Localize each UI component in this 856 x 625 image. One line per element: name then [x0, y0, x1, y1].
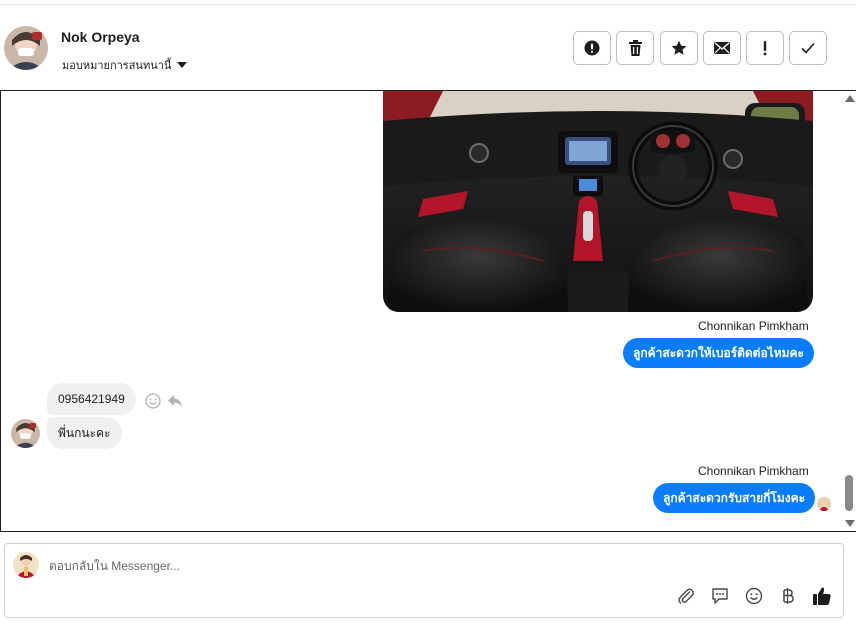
message-actions — [145, 393, 183, 409]
mark-unread-button[interactable] — [703, 31, 741, 65]
attach-button[interactable] — [675, 585, 697, 607]
smiley-icon — [745, 587, 763, 605]
trash-icon — [628, 40, 642, 56]
follow-up-button[interactable] — [746, 31, 784, 65]
contact-name[interactable]: Nok Orpeya — [61, 29, 140, 45]
message-thread[interactable]: Chonnikan Pimkham ลูกค้าสะดวกให้เบอร์ติด… — [0, 90, 856, 532]
spam-button[interactable] — [573, 31, 611, 65]
assign-conversation-dropdown[interactable]: มอบหมายการสนทนานี้ — [62, 56, 188, 74]
payment-button[interactable] — [777, 585, 799, 607]
check-icon — [801, 42, 815, 54]
scroll-thumb[interactable] — [845, 475, 853, 511]
baht-icon — [783, 588, 794, 604]
incoming-message[interactable]: 0956421949 — [47, 383, 136, 415]
composer-toolbar — [675, 585, 833, 607]
star-button[interactable] — [660, 31, 698, 65]
scroll-up-arrow-icon[interactable] — [845, 95, 855, 102]
conversation-header: Nok Orpeya มอบหมายการสนทนานี้ — [0, 5, 856, 91]
done-button[interactable] — [789, 31, 827, 65]
alert-circle-icon — [584, 40, 600, 56]
seen-avatar — [817, 497, 831, 511]
paperclip-icon — [678, 588, 694, 604]
like-button[interactable] — [811, 585, 833, 607]
caret-down-icon — [177, 62, 188, 68]
message-composer — [4, 543, 844, 618]
reply-icon[interactable] — [167, 393, 183, 409]
agent-avatar — [13, 552, 39, 578]
emoji-button[interactable] — [743, 585, 765, 607]
saved-replies-button[interactable] — [709, 585, 731, 607]
delete-button[interactable] — [616, 31, 654, 65]
envelope-icon — [714, 42, 730, 54]
chat-bubble-icon — [712, 588, 728, 604]
sender-name: Chonnikan Pimkham — [698, 319, 809, 333]
outgoing-message[interactable]: ลูกค้าสะดวกให้เบอร์ติดต่อไหมคะ — [623, 338, 815, 368]
thumbs-up-icon — [813, 587, 831, 605]
contact-avatar[interactable] — [4, 26, 48, 70]
exclamation-icon — [763, 41, 767, 56]
contact-avatar-small[interactable] — [11, 419, 40, 448]
incoming-message[interactable]: พี่นกนะคะ — [47, 417, 122, 449]
react-smiley-icon[interactable] — [145, 393, 161, 409]
shared-photo[interactable] — [383, 91, 813, 312]
star-icon — [671, 40, 687, 55]
outgoing-message[interactable]: ลูกค้าสะดวกรับสายกี่โมงคะ — [653, 483, 816, 513]
reply-input[interactable] — [49, 554, 649, 578]
sender-name: Chonnikan Pimkham — [698, 464, 809, 478]
scroll-down-arrow-icon[interactable] — [845, 520, 855, 527]
assign-label: มอบหมายการสนทนานี้ — [62, 60, 172, 72]
scrollbar[interactable] — [842, 91, 856, 531]
